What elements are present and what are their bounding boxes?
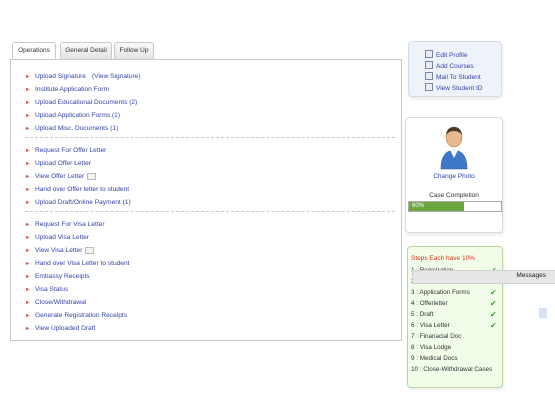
- view-visa-letter-link[interactable]: ► View Visa Letter: [25, 246, 95, 255]
- upload-educational-documents-link[interactable]: ► Upload Educational Documents (2): [25, 98, 137, 107]
- step-item: 7 : Finanacial Doc: [411, 333, 462, 340]
- upload-signature-link[interactable]: ► Upload Signature (View Signature): [25, 72, 141, 81]
- profile-box: Change Photo Case Completion 60%: [405, 117, 503, 233]
- arrow-icon: ►: [25, 200, 31, 206]
- arrow-icon: ►: [25, 274, 31, 280]
- edit-profile-link[interactable]: Edit Profile: [425, 50, 467, 59]
- arrow-icon: ►: [25, 326, 31, 332]
- case-completion-fill: 60%: [409, 202, 465, 211]
- upload-misc-documents-link[interactable]: ► Upload Misc. Documents (1): [25, 124, 118, 133]
- upload-draft-payment-link[interactable]: ► Upload Draft/Online Payment (1): [25, 198, 131, 207]
- step-item: 5 : Draft: [411, 311, 434, 318]
- arrow-icon: ►: [25, 100, 31, 106]
- generate-registration-receipts-link[interactable]: ► Generate Registration Receipts: [25, 311, 127, 320]
- arrow-icon: ►: [25, 174, 31, 180]
- arrow-icon: ►: [25, 287, 31, 293]
- embassy-receipts-link[interactable]: ► Embassy Receipts: [25, 272, 90, 281]
- hand-over-offer-letter-link[interactable]: ► Hand over Offer letter to student: [25, 185, 129, 194]
- student-actions-box: Edit Profile Add Courses Mail To Student…: [408, 41, 502, 97]
- arrow-icon: ►: [25, 300, 31, 306]
- step-item: 8 : Visa Lodge: [411, 344, 452, 351]
- change-photo-link[interactable]: Change Photo: [406, 173, 502, 180]
- view-student-id-link[interactable]: View Student ID: [425, 83, 483, 92]
- tab-general-detail[interactable]: General Detail: [60, 42, 112, 60]
- mail-icon: [425, 72, 433, 80]
- upload-application-forms-link[interactable]: ► Upload Application Forms (1): [25, 111, 120, 120]
- steps-title: Steps Each have 10%: [411, 255, 475, 262]
- upload-offer-letter-link[interactable]: ► Upload Offer Letter: [25, 159, 91, 168]
- institute-application-form-link[interactable]: ► Institute Application Form: [25, 85, 109, 94]
- view-signature-link[interactable]: (View Signature): [92, 73, 141, 80]
- arrow-icon: ►: [25, 261, 31, 267]
- case-completion-label: Case Completion: [429, 192, 479, 199]
- upload-visa-letter-link[interactable]: ► Upload Visa Letter: [25, 233, 89, 242]
- case-completion-progress: 60%: [408, 201, 502, 212]
- request-offer-letter-link[interactable]: ► Request For Offer Letter: [25, 146, 106, 155]
- arrow-icon: ►: [25, 235, 31, 241]
- arrow-icon: ►: [25, 161, 31, 167]
- step-item: 4 : Offerletter: [411, 300, 448, 307]
- check-icon: ✔: [490, 321, 497, 330]
- close-withdrawal-link[interactable]: ► Close/Withdrawal: [25, 298, 86, 307]
- section-divider: [25, 211, 395, 212]
- check-icon: ✔: [490, 288, 497, 297]
- add-icon: [425, 61, 433, 69]
- step-item: 6 : Visa Letter: [411, 322, 450, 329]
- arrow-icon: ►: [25, 222, 31, 228]
- step-item: 3 : Application Forms: [411, 289, 470, 296]
- document-icon: [85, 246, 95, 254]
- view-offer-letter-link[interactable]: ► View Offer Letter: [25, 172, 97, 181]
- arrow-icon: ►: [25, 248, 31, 254]
- side-widget-edge[interactable]: [539, 308, 547, 318]
- arrow-icon: ►: [25, 113, 31, 119]
- arrow-icon: ►: [25, 87, 31, 93]
- steps-box: Steps Each have 10% 1 : Registration 2 :…: [407, 246, 503, 388]
- arrow-icon: ►: [25, 187, 31, 193]
- section-divider: [25, 137, 395, 138]
- view-uploaded-draft-link[interactable]: ► View Uploaded Draft: [25, 324, 95, 333]
- add-courses-link[interactable]: Add Courses: [425, 61, 474, 70]
- user-avatar-icon: [440, 126, 468, 170]
- check-icon: ✔: [490, 310, 497, 319]
- messages-label: Messages: [516, 272, 546, 279]
- id-card-icon: [425, 83, 433, 91]
- check-icon: ✔: [490, 299, 497, 308]
- visa-status-link[interactable]: ► Visa Status: [25, 285, 68, 294]
- messages-bar[interactable]: Messages: [412, 270, 555, 284]
- arrow-icon: ►: [25, 313, 31, 319]
- mail-to-student-link[interactable]: Mail To Student: [425, 72, 481, 81]
- step-item: 10 : Close-Withdrawal Cases: [411, 366, 493, 373]
- hand-over-visa-letter-link[interactable]: ► Hand over Visa Letter to student: [25, 259, 129, 268]
- edit-icon: [425, 50, 433, 58]
- arrow-icon: ►: [25, 126, 31, 132]
- arrow-icon: ►: [25, 74, 31, 80]
- tab-follow-up[interactable]: Follow Up: [114, 42, 154, 60]
- request-visa-letter-link[interactable]: ► Request For Visa Letter: [25, 220, 105, 229]
- arrow-icon: ►: [25, 148, 31, 154]
- document-icon: [87, 172, 97, 180]
- operations-panel: ► Upload Signature (View Signature) ► Insti…: [10, 59, 402, 341]
- step-item: 9 : Medical Docs: [411, 355, 458, 362]
